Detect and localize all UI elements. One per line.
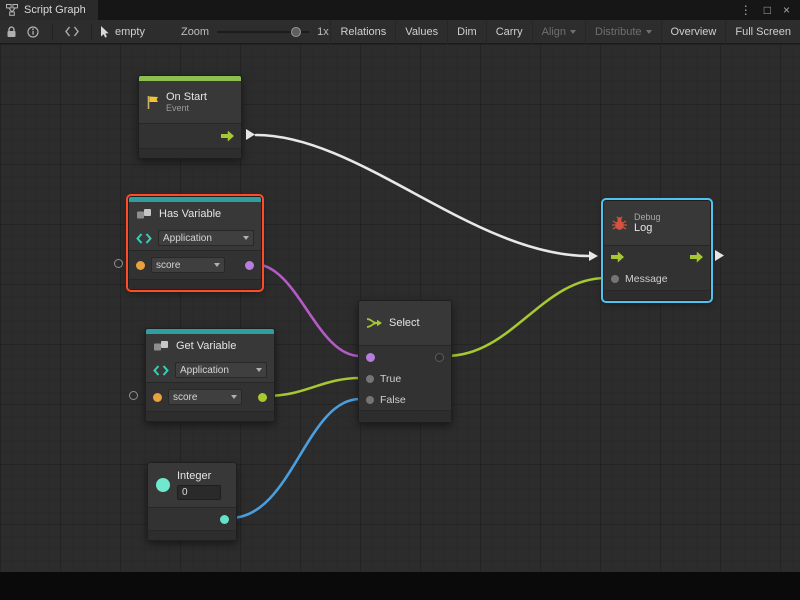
message-input-port[interactable] — [611, 275, 619, 283]
unconnected-input-ring[interactable] — [114, 259, 123, 268]
integer-icon — [155, 477, 171, 493]
inspect-button[interactable] — [22, 20, 44, 44]
flow-input-port[interactable] — [611, 252, 624, 263]
relations-button[interactable]: Relations — [330, 20, 395, 44]
chevron-down-icon — [256, 368, 262, 372]
flow-output-port[interactable] — [221, 131, 234, 142]
node-title: Get Variable — [176, 340, 236, 352]
true-port-label: True — [380, 373, 401, 385]
false-port-label: False — [380, 394, 406, 406]
info-icon — [27, 26, 39, 38]
graph-toolbar: empty Zoom 1x Relations Values Dim Carry… — [0, 20, 800, 44]
zoom-slider-handle[interactable] — [291, 27, 301, 37]
bug-icon — [611, 216, 628, 231]
selection-status: empty — [100, 26, 145, 38]
result-output-port[interactable] — [245, 261, 254, 270]
tab-title: Script Graph — [24, 4, 86, 16]
chevron-down-icon — [570, 30, 576, 34]
distribute-button[interactable]: Distribute — [585, 20, 660, 44]
cursor-icon — [100, 26, 110, 38]
flow-output-port[interactable] — [690, 252, 703, 263]
chevron-down-icon — [646, 30, 652, 34]
variable-kind-icon — [136, 233, 152, 244]
node-footer — [148, 530, 236, 540]
node-title: Select — [389, 317, 420, 329]
flow-wire-continue-arrow-icon — [715, 250, 724, 261]
angle-brackets-icon — [65, 26, 79, 37]
flag-icon — [146, 95, 160, 110]
condition-input-port[interactable] — [366, 353, 375, 362]
lock-icon — [6, 26, 17, 38]
overview-button[interactable]: Overview — [661, 20, 726, 44]
window-maximize-icon[interactable]: □ — [764, 3, 771, 17]
wire-flow-arrowhead — [589, 251, 598, 261]
tab-script-graph[interactable]: Script Graph — [0, 0, 98, 20]
wire-result[interactable] — [446, 278, 606, 356]
node-category: Debug — [634, 212, 661, 222]
full-screen-button[interactable]: Full Screen — [725, 20, 800, 44]
wire-flow[interactable] — [256, 135, 589, 256]
variables-icon — [136, 208, 153, 220]
chevron-down-icon — [214, 263, 220, 267]
variable-name-dropdown[interactable]: score — [168, 389, 242, 405]
values-button[interactable]: Values — [395, 20, 447, 44]
selection-status-label: empty — [115, 26, 145, 38]
lock-button[interactable] — [0, 20, 22, 44]
node-title: Has Variable — [159, 208, 221, 220]
node-title: On Start — [166, 91, 207, 104]
integer-node[interactable]: Integer 0 — [147, 462, 237, 541]
variable-name-dropdown[interactable]: score — [151, 257, 225, 273]
chevron-down-icon — [231, 395, 237, 399]
window-menu-icon[interactable]: ⋮ — [740, 3, 752, 17]
variable-scope-dropdown[interactable]: Application — [175, 362, 267, 378]
zoom-value: 1x — [317, 26, 329, 38]
on-start-node[interactable]: On Start Event — [138, 75, 242, 159]
zoom-label: Zoom — [181, 26, 209, 38]
message-port-label: Message — [625, 273, 668, 285]
node-footer — [129, 279, 261, 289]
variable-scope-dropdown[interactable]: Application — [158, 230, 254, 246]
integer-output-port[interactable] — [220, 515, 229, 524]
graph-icon — [6, 4, 18, 16]
get-variable-node[interactable]: Get Variable Application score — [145, 328, 275, 422]
variable-name-port[interactable] — [136, 261, 145, 270]
node-title: Integer — [177, 470, 221, 483]
ports-button[interactable] — [61, 20, 83, 44]
flow-wire-start-arrow-icon — [246, 129, 255, 140]
dim-button[interactable]: Dim — [447, 20, 486, 44]
node-title: Log — [634, 222, 661, 235]
select-node[interactable]: Select True False — [358, 300, 452, 423]
variable-name-port[interactable] — [153, 393, 162, 402]
canvas-bottom-strip — [0, 572, 800, 600]
selection-output-port[interactable] — [435, 353, 444, 362]
select-icon — [366, 316, 383, 330]
wire-true[interactable] — [266, 378, 360, 396]
toolbar-separator — [52, 24, 53, 40]
toolbar-separator — [91, 24, 92, 40]
chevron-down-icon — [243, 236, 249, 240]
value-output-port[interactable] — [258, 393, 267, 402]
true-input-port[interactable] — [366, 375, 374, 383]
node-footer — [604, 290, 710, 300]
debug-log-node[interactable]: Debug Log Message — [603, 200, 711, 301]
integer-value-field[interactable]: 0 — [177, 485, 221, 500]
graph-canvas[interactable]: On Start Event Has Variable — [0, 44, 800, 572]
variable-kind-icon — [153, 365, 169, 376]
align-button[interactable]: Align — [532, 20, 585, 44]
zoom-slider[interactable] — [217, 20, 309, 44]
variables-icon — [153, 340, 170, 352]
false-input-port[interactable] — [366, 396, 374, 404]
carry-button[interactable]: Carry — [486, 20, 532, 44]
unconnected-input-ring[interactable] — [129, 391, 138, 400]
window-titlebar: Script Graph ⋮ □ × — [0, 0, 800, 20]
has-variable-node[interactable]: Has Variable Application score — [128, 196, 262, 290]
window-close-icon[interactable]: × — [783, 3, 790, 17]
node-footer — [359, 410, 451, 422]
node-subtitle: Event — [166, 103, 207, 113]
node-footer — [146, 411, 274, 421]
node-footer — [139, 148, 241, 158]
